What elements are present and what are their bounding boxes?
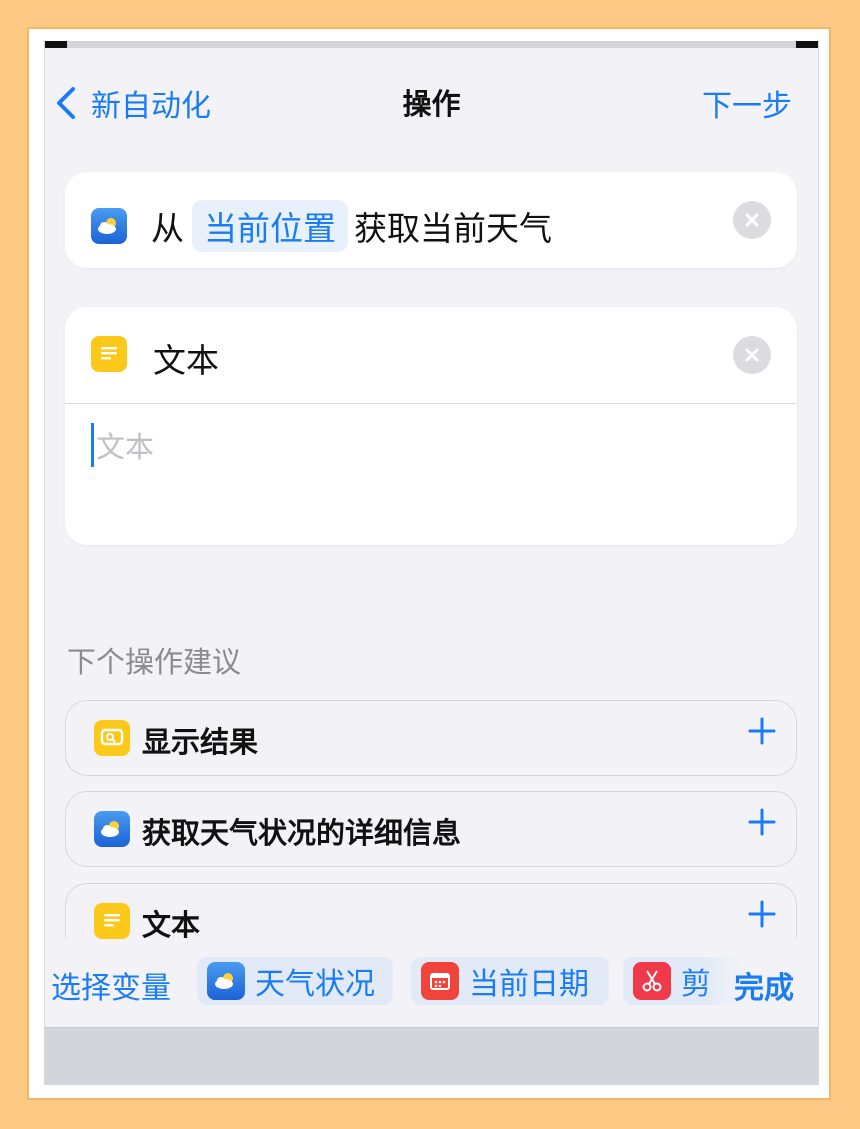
phone-screen: 新自动化 操作 下一步 从 当前位置 获取当前天气 文本 文本 下个操作建议 显… xyxy=(44,41,819,1085)
suggestion-label: 获取天气状况的详细信息 xyxy=(142,816,462,850)
show-result-icon xyxy=(94,720,130,756)
variable-chip-clipboard[interactable]: 剪 xyxy=(623,957,743,1005)
weather-action-row: 从 当前位置 获取当前天气 xyxy=(91,200,552,252)
text-caret xyxy=(91,423,94,467)
nav-bar: 新自动化 操作 下一步 xyxy=(45,79,818,129)
variable-chip-weather[interactable]: 天气状况 xyxy=(197,957,393,1005)
weather-action-card[interactable]: 从 当前位置 获取当前天气 xyxy=(65,172,797,268)
top-strip xyxy=(45,41,818,48)
plus-icon[interactable] xyxy=(748,717,776,745)
text-action-card: 文本 文本 xyxy=(65,307,797,545)
text-icon xyxy=(91,336,127,372)
weather-suffix: 获取当前天气 xyxy=(354,209,552,248)
suggestion-show-result[interactable]: 显示结果 xyxy=(65,700,797,776)
calendar-icon xyxy=(421,962,459,1000)
remove-text-action-button[interactable] xyxy=(733,336,771,374)
keyboard-area xyxy=(45,1027,818,1085)
close-icon xyxy=(745,348,759,362)
variable-bar: 选择变量 天气状况 当前日期 剪 完成 xyxy=(45,939,818,1027)
suggestion-text[interactable]: 文本 xyxy=(65,883,797,944)
chip-label: 当前日期 xyxy=(469,967,589,1002)
remove-weather-action-button[interactable] xyxy=(733,201,771,239)
suggestion-weather-details[interactable]: 获取天气状况的详细信息 xyxy=(65,791,797,867)
done-button[interactable]: 完成 xyxy=(734,963,794,1007)
weather-prefix: 从 xyxy=(151,209,184,248)
scissors-icon xyxy=(633,962,671,1000)
text-icon xyxy=(94,903,130,939)
suggestions-header: 下个操作建议 xyxy=(67,645,242,679)
text-action-header: 文本 xyxy=(65,307,797,404)
next-button[interactable]: 下一步 xyxy=(702,81,792,125)
variable-chip-date[interactable]: 当前日期 xyxy=(411,957,609,1005)
suggestion-label: 显示结果 xyxy=(142,725,259,759)
select-variable-button[interactable]: 选择变量 xyxy=(51,963,171,1007)
close-icon xyxy=(745,213,759,227)
weather-icon xyxy=(207,962,245,1000)
text-action-label: 文本 xyxy=(153,341,219,380)
plus-icon[interactable] xyxy=(748,900,776,928)
plus-icon[interactable] xyxy=(748,808,776,836)
weather-icon xyxy=(94,811,130,847)
text-input-placeholder: 文本 xyxy=(96,430,155,464)
weather-icon xyxy=(91,208,127,244)
text-input-field[interactable]: 文本 xyxy=(91,423,154,467)
chip-label: 天气状况 xyxy=(255,967,375,1002)
suggestion-label: 文本 xyxy=(142,908,201,942)
location-token[interactable]: 当前位置 xyxy=(192,200,348,252)
